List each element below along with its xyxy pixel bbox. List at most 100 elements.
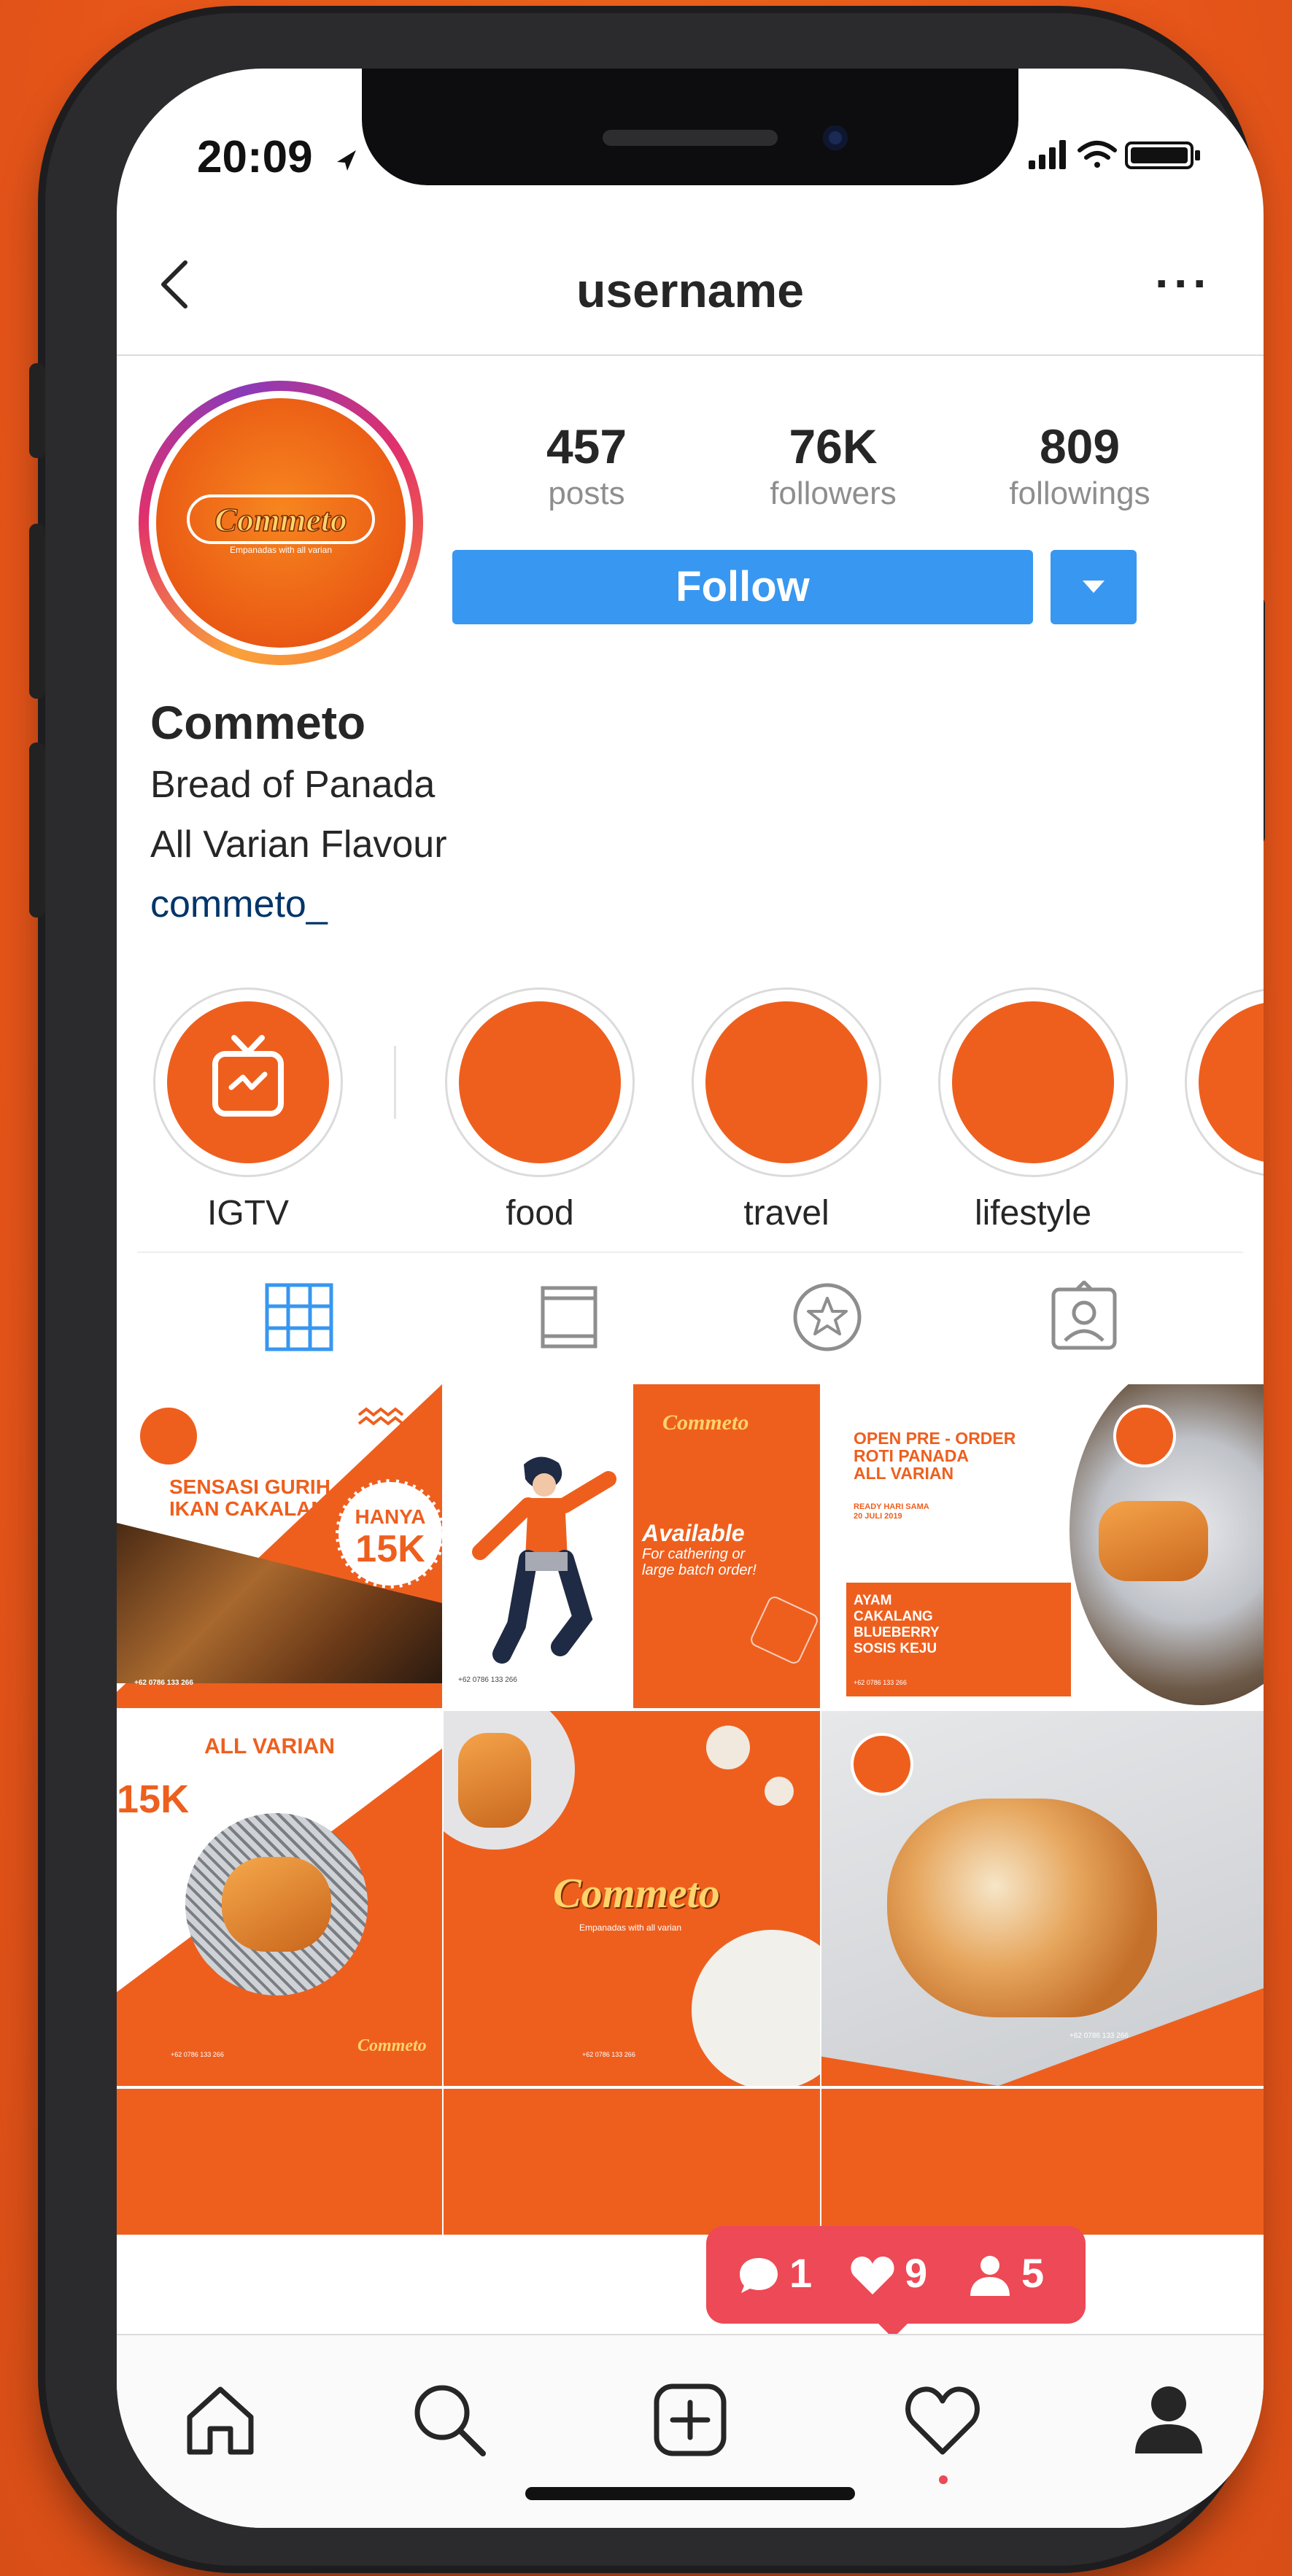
post-headline: SENSASI GURIH IKAN CAKALANG! <box>169 1475 349 1520</box>
phone-frame: 20:09 username ··· Commeto Empanadas wit… <box>29 13 1265 2566</box>
bio-line-2: All Varian Flavour <box>150 823 447 866</box>
post-brand: Commeto <box>662 1411 749 1435</box>
post-contact: +62 0786 133 266 <box>1069 2032 1129 2040</box>
more-options-button[interactable]: ··· <box>1147 255 1220 314</box>
activity-notification-bubble[interactable]: 1 9 5 <box>706 2226 1086 2324</box>
post-5[interactable]: Commeto Empanadas with all varian +62 07… <box>444 1711 820 2086</box>
highlight-igtv[interactable]: IGTV <box>153 988 343 1233</box>
profile-icon[interactable] <box>1125 2376 1212 2464</box>
battery-icon <box>1125 141 1200 169</box>
post-brand-badge <box>137 1405 200 1467</box>
post-photo <box>185 1813 368 1995</box>
tagged-user-icon[interactable] <box>1048 1281 1121 1354</box>
status-icons <box>1029 140 1200 169</box>
home-indicator[interactable] <box>525 2487 855 2500</box>
post-contact: +62 0786 133 266 <box>854 1679 907 1686</box>
followings-count: 809 <box>1039 419 1121 473</box>
post-price: 15K <box>355 1528 425 1570</box>
stat-followings[interactable]: 809 followings <box>970 419 1189 512</box>
brand-logo: Commeto Empanadas with all varian <box>187 494 375 554</box>
post-1[interactable]: SENSASI GURIH IKAN CAKALANG! HANYA 15K +… <box>117 1384 442 1708</box>
post-9[interactable] <box>821 2089 1264 2235</box>
comment-count: 1 <box>789 2250 813 2296</box>
post-subtitle: For cathering or large batch order! <box>642 1546 757 1578</box>
igtv-icon <box>212 1035 284 1117</box>
post-4[interactable]: ALL VARIAN 15K Commeto +62 0786 133 266 <box>117 1711 442 2086</box>
post-photo <box>444 1711 575 1850</box>
bio-line-1: Bread of Panada <box>150 764 436 806</box>
search-icon[interactable] <box>406 2376 493 2464</box>
post-2[interactable]: Commeto Available For cathering or large… <box>444 1384 820 1708</box>
post-headline: ALL VARIAN <box>204 1734 335 1758</box>
profile-link[interactable]: commeto_ <box>150 882 328 926</box>
like-count: 9 <box>905 2250 928 2296</box>
heart-icon <box>851 2257 894 2294</box>
profile-name: Commeto <box>150 697 366 749</box>
activity-heart-icon[interactable] <box>899 2376 986 2464</box>
post-brand: Commeto <box>553 1869 720 1917</box>
location-arrow-icon <box>336 150 356 171</box>
new-post-icon[interactable] <box>646 2376 734 2464</box>
post-photo <box>887 1799 1157 2017</box>
svg-text:Commeto: Commeto <box>214 501 347 538</box>
suggested-dropdown-button[interactable] <box>1051 550 1137 624</box>
post-6[interactable]: +62 0786 133 266 <box>821 1711 1264 2086</box>
highlight-lifestyle[interactable]: lifestyle <box>938 988 1128 1233</box>
posts-count: 457 <box>546 419 627 473</box>
posts-label: posts <box>548 476 625 511</box>
post-tagline: Empanadas with all varian <box>579 1923 682 1933</box>
post-brand: Commeto <box>357 2036 427 2055</box>
highlight-food[interactable]: food <box>445 988 635 1233</box>
post-8[interactable] <box>444 2089 820 2235</box>
volume-up-button <box>29 524 45 699</box>
highlight-label: IGTV <box>206 1194 289 1233</box>
highlight-label: food <box>506 1194 574 1233</box>
post-contact: +62 0786 133 266 <box>582 2051 635 2058</box>
profile-tab-bar <box>137 1252 1243 1381</box>
highlight-divider <box>394 1046 396 1119</box>
post-brand-badge <box>851 1733 913 1796</box>
activity-indicator-dot <box>939 2475 948 2484</box>
volume-down-button <box>29 742 45 917</box>
avatar[interactable]: Commeto Empanadas with all varian <box>139 381 423 665</box>
post-7[interactable] <box>117 2089 442 2235</box>
header-username: username <box>576 263 804 317</box>
star-icon[interactable] <box>791 1281 864 1354</box>
post-3[interactable]: OPEN PRE - ORDER ROTI PANADA ALL VARIAN … <box>821 1384 1264 1708</box>
highlight-more[interactable] <box>1185 988 1264 1193</box>
svg-text:Empanadas with all varian: Empanadas with all varian <box>230 545 332 554</box>
wifi-icon <box>1078 141 1117 168</box>
post-date: READY HARI SAMA 20 JULI 2019 <box>854 1502 929 1521</box>
post-contact: +62 0786 133 266 <box>134 1679 193 1687</box>
screen: 20:09 username ··· Commeto Empanadas wit… <box>117 69 1264 2528</box>
followings-label: followings <box>1009 476 1150 511</box>
profile-header: username ··· <box>117 226 1264 356</box>
post-price: 15K <box>117 1777 190 1821</box>
followers-count: 76K <box>789 419 878 473</box>
highlight-label: travel <box>743 1194 829 1233</box>
follower-icon <box>970 2256 1010 2296</box>
post-brand-badge <box>1113 1405 1176 1467</box>
notch <box>362 69 1018 185</box>
dancing-woman-illustration <box>472 1456 616 1664</box>
home-icon[interactable] <box>177 2376 264 2464</box>
post-contact: +62 0786 133 266 <box>171 2051 224 2058</box>
post-price-label: HANYA <box>355 1505 426 1528</box>
post-grid: SENSASI GURIH IKAN CAKALANG! HANYA 15K +… <box>117 1384 1264 2332</box>
follow-button[interactable]: Follow <box>452 550 1033 624</box>
follow-count: 5 <box>1021 2250 1045 2296</box>
highlight-label: lifestyle <box>974 1194 1092 1233</box>
post-headline: OPEN PRE - ORDER ROTI PANADA ALL VARIAN <box>854 1429 1016 1483</box>
highlight-travel[interactable]: travel <box>692 988 881 1233</box>
signal-icon <box>1029 140 1066 169</box>
stat-posts[interactable]: 457 posts <box>477 419 696 512</box>
post-flavours: AYAM CAKALANG BLUEBERRY SOSIS KEJU <box>854 1593 940 1656</box>
camera <box>823 125 848 150</box>
comment-icon <box>740 2258 778 2293</box>
stat-followers[interactable]: 76K followers <box>724 419 943 512</box>
feed-icon[interactable] <box>533 1281 606 1354</box>
followers-label: followers <box>770 476 897 511</box>
mute-switch <box>29 363 45 458</box>
status-time: 20:09 <box>197 131 360 183</box>
grid-icon[interactable] <box>263 1281 336 1354</box>
